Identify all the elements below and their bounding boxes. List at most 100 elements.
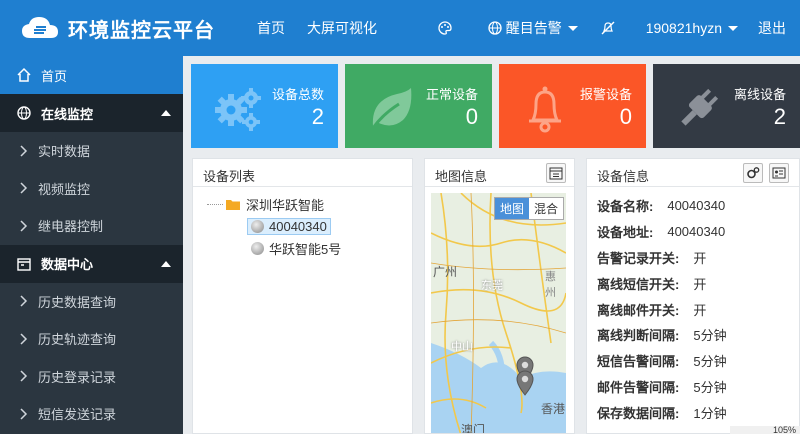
chevron-right-icon: [20, 370, 28, 382]
sidebar-item-history-track[interactable]: 历史轨迹查询: [0, 320, 183, 358]
info-row: 告警记录开关: 开: [597, 245, 799, 271]
id-card-icon: [772, 167, 786, 179]
alarm-label: 醒目告警: [505, 20, 562, 36]
sidebar-item-sms-log[interactable]: 短信发送记录: [0, 395, 183, 433]
chevron-down-icon: [567, 25, 578, 31]
device-detail-button[interactable]: [769, 163, 789, 183]
alarm-menu[interactable]: 醒目告警: [487, 18, 578, 38]
device-status-icon: [251, 241, 264, 255]
sidebar-group-online-monitor[interactable]: 在线监控: [0, 94, 183, 132]
user-menu[interactable]: 190821hyzn: [646, 20, 738, 36]
info-row: 离线判断间隔: 5分钟: [597, 322, 799, 348]
chevron-right-icon: [20, 408, 28, 420]
sidebar-group-data-center[interactable]: 数据中心: [0, 244, 183, 283]
map-settings-button[interactable]: [546, 163, 566, 183]
map-type-hybrid[interactable]: 混合: [529, 198, 563, 219]
folder-icon: [226, 199, 240, 210]
card-value: 0: [465, 104, 478, 129]
card-offline-devices[interactable]: 离线设备 2: [653, 64, 800, 148]
sidebar-item-video-monitor[interactable]: 视频监控: [0, 170, 183, 208]
globe-icon: [17, 106, 31, 120]
info-value: 开: [693, 250, 707, 266]
device-info-panel: 设备信息 设备名称: 40040340 设备地址: 40040340 告警记录开关: 开离…: [586, 158, 800, 434]
device-info-list: 设备名称: 40040340 设备地址: 40040340 告警记录开关: 开离线短信开关…: [587, 187, 799, 425]
chevron-right-icon: [20, 295, 28, 307]
info-key: 短信告警间隔:: [597, 354, 680, 370]
device-list-panel: 设备列表 深圳华跃智能 40040340 华跃智能5号: [192, 158, 413, 434]
map-label: 广州: [433, 265, 458, 279]
sidebar-item-home[interactable]: 首页: [0, 56, 183, 94]
map-type-toggle: 地图 混合: [493, 197, 564, 220]
panel-title: 设备信息: [587, 159, 799, 187]
tree-device[interactable]: 40040340: [207, 215, 412, 237]
info-value: 40040340: [667, 224, 726, 240]
card-label: 设备总数: [271, 87, 324, 102]
info-value: 5分钟: [693, 328, 727, 344]
tree-device-label: 40040340: [269, 218, 327, 234]
info-row: 短信告警间隔: 5分钟: [597, 348, 799, 374]
brand[interactable]: 环境监控云平台: [0, 14, 235, 43]
info-value: 40040340: [667, 198, 726, 214]
globe-icon: [488, 21, 502, 35]
device-settings-button[interactable]: [743, 163, 763, 183]
nav-big-screen[interactable]: 大屏可视化: [307, 18, 377, 38]
chevron-right-icon: [20, 333, 28, 345]
mute-bell-icon[interactable]: [600, 20, 616, 36]
panel-title: 设备列表: [193, 159, 412, 187]
card-label: 离线设备: [733, 87, 786, 102]
map-label: 香港: [541, 402, 566, 416]
tree-device[interactable]: 华跃智能5号: [207, 237, 412, 259]
info-row: 邮件告警间隔: 5分钟: [597, 374, 799, 400]
card-value: 2: [311, 104, 324, 129]
map-canvas: [431, 193, 566, 433]
sidebar-item-realtime-data[interactable]: 实时数据: [0, 132, 183, 170]
info-key: 设备名称:: [597, 199, 654, 215]
info-key: 离线判断间隔:: [597, 328, 680, 344]
calendar-icon: [17, 257, 31, 271]
sidebar-item-login-history[interactable]: 历史登录记录: [0, 358, 183, 396]
map-type-map[interactable]: 地图: [494, 198, 529, 219]
info-key: 保存数据间隔:: [597, 405, 680, 421]
info-row: 保存数据间隔: 1分钟: [597, 399, 799, 425]
info-key: 告警记录开关:: [597, 250, 680, 266]
bell-icon: [529, 86, 561, 133]
card-normal-devices[interactable]: 正常设备 0: [345, 64, 492, 148]
sidebar-item-label: 历史轨迹查询: [38, 332, 117, 348]
sidebar-item-label: 视频监控: [38, 181, 91, 197]
info-key: 设备地址:: [597, 225, 654, 241]
info-value: 开: [693, 276, 707, 292]
cloud-logo-icon: [22, 17, 58, 38]
info-value: 开: [693, 302, 707, 318]
sidebar-item-label: 短信发送记录: [38, 407, 117, 423]
tree-device-selected[interactable]: 40040340: [247, 217, 331, 235]
palette-icon[interactable]: [437, 20, 453, 36]
chevron-right-icon: [20, 145, 28, 157]
tree-device-label: 华跃智能5号: [269, 241, 342, 257]
top-right: 醒目告警 190821hyzn 退出: [437, 0, 800, 56]
app-title: 环境监控云平台: [68, 19, 215, 42]
sidebar-item-history-data[interactable]: 历史数据查询: [0, 283, 183, 321]
home-icon: [17, 67, 31, 82]
device-tree: 深圳华跃智能 40040340 华跃智能5号: [193, 187, 412, 259]
tree-root[interactable]: 深圳华跃智能: [207, 193, 412, 215]
logout-link[interactable]: 退出: [758, 18, 786, 38]
chevron-up-icon: [161, 110, 171, 116]
card-alarm-devices[interactable]: 报警设备 0: [499, 64, 646, 148]
device-status-icon: [251, 219, 264, 233]
chevron-down-icon: [728, 25, 738, 31]
chevron-up-icon: [161, 260, 171, 267]
info-row: 设备地址: 40040340: [597, 219, 799, 245]
card-value: 0: [619, 104, 632, 129]
map-view[interactable]: 广州 东莞 惠州 中山 澳门 香港: [431, 193, 566, 434]
plug-icon: [681, 88, 719, 126]
sidebar-item-label: 历史数据查询: [38, 294, 117, 310]
card-total-devices[interactable]: 设备总数 2: [191, 64, 338, 148]
info-key: 离线短信开关:: [597, 276, 680, 292]
info-key: 邮件告警间隔:: [597, 379, 680, 395]
top-bar: 环境监控云平台 首页 大屏可视化 醒目告警 190821hyzn 退出: [0, 0, 800, 56]
zoom-indicator: 105%: [730, 426, 800, 434]
tree-root-label: 深圳华跃智能: [246, 197, 325, 213]
sidebar-item-relay-control[interactable]: 继电器控制: [0, 207, 183, 245]
map-label: 澳门: [461, 423, 486, 434]
nav-home[interactable]: 首页: [257, 18, 285, 38]
